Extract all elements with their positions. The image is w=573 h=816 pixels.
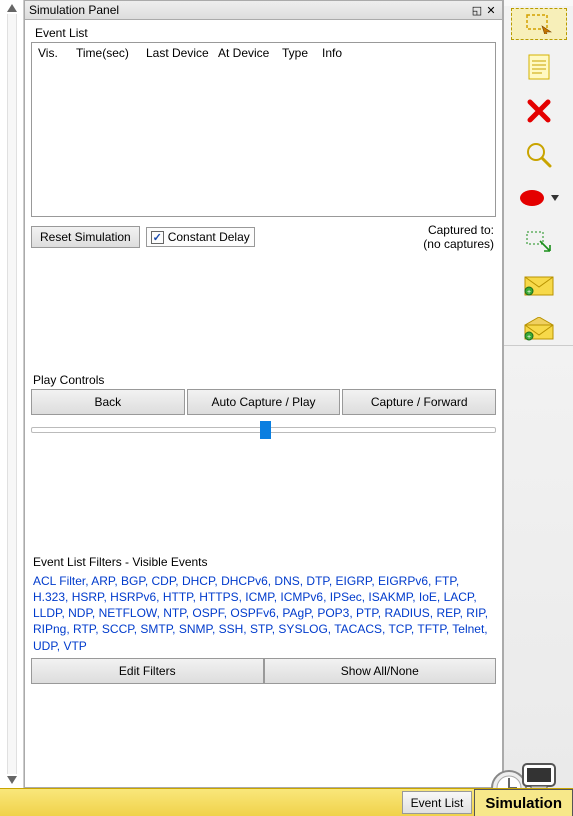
table-header-row: Vis. Time(sec) Last Device At Device Typ… [32,43,495,63]
spacer [29,443,498,553]
app-frame: Simulation Panel ◱ ✕ Event List Vis. Tim… [0,0,573,788]
simulation-panel: Simulation Panel ◱ ✕ Event List Vis. Tim… [24,0,503,788]
note-icon [528,54,550,80]
no-captures-label: (no captures) [423,237,494,251]
auto-capture-play-button[interactable]: Auto Capture / Play [187,389,341,415]
magnifier-icon [526,142,552,168]
scroll-down-arrow[interactable] [4,774,20,786]
add-complex-pdu-tool[interactable]: + [511,313,567,345]
capture-status: Captured to: (no captures) [423,223,496,252]
add-simple-pdu-tool[interactable]: + [511,270,567,302]
edit-filters-button[interactable]: Edit Filters [31,658,264,684]
col-time[interactable]: Time(sec) [70,43,140,63]
footer-bar: Event List Simulation [0,788,573,816]
resize-icon [526,231,552,253]
dock-icon[interactable]: ◱ [470,4,484,17]
scroll-track[interactable] [7,14,17,774]
svg-text:+: + [526,289,530,296]
captured-to-label: Captured to: [423,223,494,237]
open-envelope-icon: + [524,317,554,341]
constant-delay-label: Constant Delay [168,230,250,244]
select-area-icon [526,14,552,34]
event-list-table[interactable]: Vis. Time(sec) Last Device At Device Typ… [31,42,496,217]
note-tool[interactable] [511,52,567,84]
col-vis[interactable]: Vis. [32,43,70,63]
back-button[interactable]: Back [31,389,185,415]
reset-row: Reset Simulation ✓ Constant Delay Captur… [29,217,498,256]
play-speed-slider[interactable] [31,419,496,443]
close-icon[interactable]: ✕ [484,4,498,17]
panel-title: Simulation Panel [29,3,470,17]
slider-thumb[interactable] [260,421,271,439]
resize-tool[interactable] [511,226,567,258]
filters-label: Event List Filters - Visible Events [29,553,498,571]
inspect-tool[interactable] [511,139,567,171]
ellipse-icon [519,189,545,207]
col-type[interactable]: Type [276,43,316,63]
svg-text:+: + [526,334,530,341]
capture-forward-button[interactable]: Capture / Forward [342,389,496,415]
closed-envelope-icon: + [524,276,554,296]
play-controls-row: Back Auto Capture / Play Capture / Forwa… [29,389,498,415]
col-last-device[interactable]: Last Device [140,43,212,63]
dropdown-caret-icon [551,195,559,201]
select-area-tool[interactable] [511,8,567,40]
spacer [29,256,498,371]
panel-body: Event List Vis. Time(sec) Last Device At… [24,20,503,788]
delete-x-icon [527,99,551,123]
event-list-label: Event List [29,24,498,42]
filter-buttons-row: Edit Filters Show All/None [29,656,498,684]
constant-delay-checkbox[interactable]: ✓ Constant Delay [146,227,255,247]
simulation-tab[interactable]: Simulation [474,789,573,816]
play-controls-label: Play Controls [29,371,498,389]
delete-tool[interactable] [511,95,567,127]
filters-protocol-list: ACL Filter, ARP, BGP, CDP, DHCP, DHCPv6,… [29,571,498,656]
col-at-device[interactable]: At Device [212,43,276,63]
shape-tool[interactable] [511,183,567,215]
reset-simulation-button[interactable]: Reset Simulation [31,226,140,248]
panel-titlebar[interactable]: Simulation Panel ◱ ✕ [24,0,503,20]
scroll-up-arrow[interactable] [4,2,20,14]
right-toolbar: + + [503,0,573,788]
col-info[interactable]: Info [316,43,495,63]
show-all-none-button[interactable]: Show All/None [264,658,497,684]
event-list-tab[interactable]: Event List [402,791,473,814]
checkbox-icon: ✓ [151,231,164,244]
left-scrollbar[interactable] [0,0,24,788]
